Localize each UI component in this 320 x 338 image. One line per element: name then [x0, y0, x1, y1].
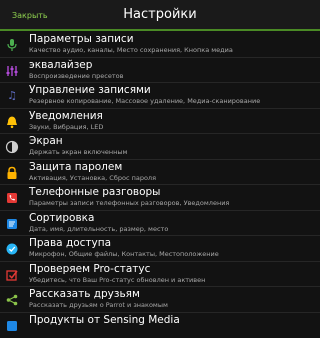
settings-item-tell-friends[interactable]: Рассказать друзьям Рассказать друзьям о …	[0, 287, 320, 313]
microphone-icon	[4, 38, 20, 52]
settings-item-label: Сортировка	[29, 212, 94, 224]
settings-item-subtitle: Воспроизведение пресетов	[29, 72, 123, 80]
settings-item-label: Проверяем Pro-статус	[29, 263, 150, 275]
settings-item-password[interactable]: Защита паролем Активация, Установка, Сбр…	[0, 160, 320, 186]
settings-item-subtitle: Рассказать друзьям о Parrot и знакомым	[29, 301, 168, 309]
app-header: Закрыть Настройки	[0, 0, 320, 31]
settings-item-subtitle: Резервное копирование, Массовое удаление…	[29, 97, 260, 105]
settings-item-permissions[interactable]: Права доступа Микрофон, Общие файлы, Кон…	[0, 236, 320, 262]
settings-item-manage-records[interactable]: ♫ Управление записями Резервное копирова…	[0, 83, 320, 109]
settings-item-sensing-media[interactable]: Продукты от Sensing Media	[0, 313, 320, 338]
settings-item-sorting[interactable]: Сортировка Дата, имя, длительность, разм…	[0, 211, 320, 237]
settings-item-pro-status[interactable]: Проверяем Pro-статус Убедитесь, что Ваш …	[0, 262, 320, 288]
share-icon	[4, 293, 20, 307]
permissions-icon	[4, 242, 20, 256]
checkbox-icon	[4, 268, 20, 282]
settings-item-label: Права доступа	[29, 237, 111, 249]
phone-icon	[4, 191, 20, 205]
settings-item-subtitle: Микрофон, Общие файлы, Контакты, Местопо…	[29, 250, 219, 258]
settings-list: Параметры записи Качество аудио, каналы,…	[0, 32, 320, 338]
settings-item-equalizer[interactable]: эквалайзер Воспроизведение пресетов	[0, 58, 320, 84]
music-note-icon: ♫	[4, 89, 20, 103]
settings-item-subtitle: Качество аудио, каналы, Место сохранения…	[29, 46, 233, 54]
settings-item-label: Рассказать друзьям	[29, 288, 140, 300]
settings-item-subtitle: Активация, Установка, Сброс пароля	[29, 174, 156, 182]
settings-item-screen[interactable]: Экран Держать экран включенным	[0, 134, 320, 160]
settings-item-notifications[interactable]: Уведомления Звуки, Вибрация, LED	[0, 109, 320, 135]
settings-item-label: Уведомления	[29, 110, 103, 122]
settings-item-recording[interactable]: Параметры записи Качество аудио, каналы,…	[0, 32, 320, 58]
settings-item-subtitle: Держать экран включенным	[29, 148, 127, 156]
apps-icon	[4, 319, 20, 333]
bell-icon	[4, 115, 20, 129]
header-divider	[0, 29, 320, 31]
settings-item-label: Экран	[29, 135, 63, 147]
settings-item-label: эквалайзер	[29, 59, 92, 71]
equalizer-icon	[4, 64, 20, 78]
sort-icon	[4, 217, 20, 231]
settings-item-subtitle: Параметры записи телефонных разговоров, …	[29, 199, 229, 207]
settings-item-label: Защита паролем	[29, 161, 122, 173]
settings-item-subtitle: Дата, имя, длительность, размер, место	[29, 225, 168, 233]
settings-item-label: Управление записями	[29, 84, 151, 96]
settings-item-label: Параметры записи	[29, 33, 134, 45]
settings-item-subtitle: Убедитесь, что Ваш Pro-статус обновлен и…	[29, 276, 205, 284]
settings-item-label: Телефонные разговоры	[29, 186, 160, 198]
brightness-icon	[4, 140, 20, 154]
page-title: Настройки	[0, 7, 320, 22]
settings-item-subtitle: Звуки, Вибрация, LED	[29, 123, 103, 131]
settings-item-phone-calls[interactable]: Телефонные разговоры Параметры записи те…	[0, 185, 320, 211]
lock-icon	[4, 166, 20, 180]
